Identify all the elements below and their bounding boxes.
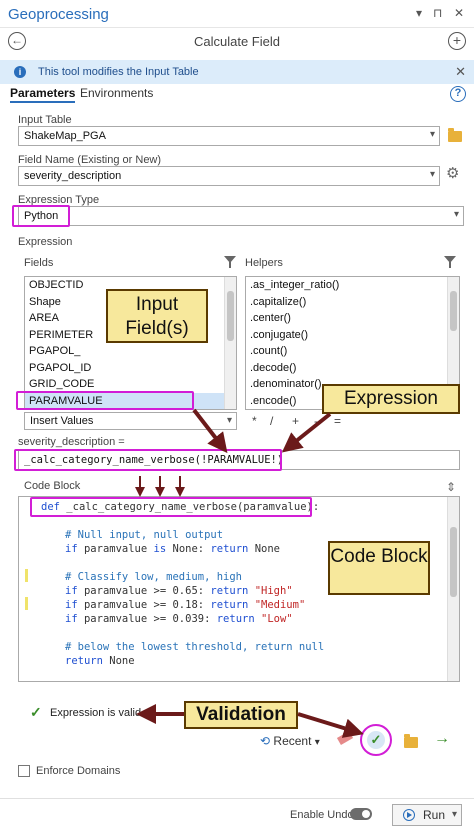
arrow-validation-right [297, 712, 364, 738]
annotation-arrows [135, 408, 364, 738]
arrow-paramvalue-to-expression [192, 408, 228, 454]
arrow-expression-to-input [281, 412, 332, 453]
